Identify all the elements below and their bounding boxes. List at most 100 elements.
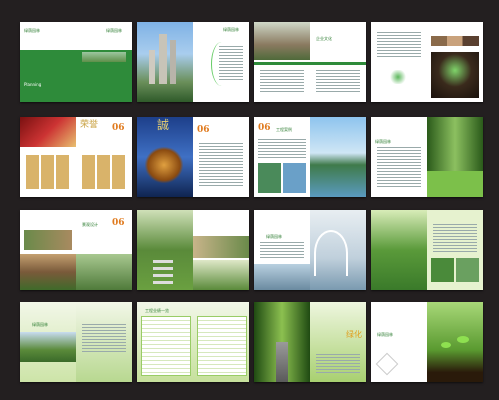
page-road-right: 绿化 [310,302,366,382]
text-lines [219,46,243,82]
data-table [141,316,191,376]
spread-water[interactable]: 06 工程案例 [254,117,366,197]
page-hands-right [427,22,483,102]
page-forest-right [427,117,483,197]
honor-heading: 荣誉 [80,120,99,130]
text-lines [316,354,360,374]
page-integrity-left: 誠 [137,117,193,197]
road-char: 绿化 [346,330,362,339]
spread-stepping-stones[interactable] [137,210,249,290]
spread-integrity[interactable]: 誠 06 [137,117,249,197]
lawn [427,171,483,197]
spread-back-info[interactable]: 绿荫园林 [20,302,132,382]
logo-text: 绿荫园林 [223,27,239,32]
building [170,40,176,84]
page-sprouts-left: 绿荫园林 [371,302,427,382]
photo-bottom [254,264,310,290]
page-bridge-left: 绿荫园林 [254,210,310,290]
spread-road[interactable]: 绿化 [254,302,366,382]
page-stones-right [193,210,249,290]
page-stones-left [137,210,193,290]
photo-big [20,254,76,290]
page-integrity-right: 06 [193,117,249,197]
text-lines [316,70,360,94]
page-villa-right: 企业文化 [310,22,366,102]
page-table-right [193,302,249,382]
text-lines [82,324,126,354]
certificates [82,155,126,189]
page-front-cover: 绿荫园林 [76,22,132,102]
page-hands-left [371,22,427,102]
logo-text: 绿荫园林 [266,234,282,239]
small-photos [431,36,479,46]
spread-forest[interactable]: 绿荫园林 [371,117,483,197]
text-lines [258,139,306,159]
ribbon-photo [20,117,76,147]
green-block [20,50,76,102]
photo-top [193,236,249,258]
road [276,342,288,382]
building [149,50,155,84]
section-number: 06 [112,218,125,228]
building [159,34,167,84]
page-sprouts-right [427,302,483,382]
logo-text: 绿荫园林 [24,28,40,33]
cube-icon [375,352,399,376]
page-back-cover: 绿荫园林 Planning [20,22,76,102]
table-title: 工程业绩一览 [145,308,169,313]
spread-meadow[interactable] [371,210,483,290]
sprout [441,342,451,348]
section-number: 06 [258,123,271,133]
logo-text: 绿荫园林 [106,28,122,33]
landscape-photo [20,332,76,362]
page-house-left [20,210,76,290]
spread-table[interactable]: 工程业绩一览 [137,302,249,382]
logo-text: 绿荫园林 [32,322,48,327]
page-road-left [254,302,310,382]
integrity-char: 誠 [157,118,170,132]
logo-text: 绿荫园林 [375,139,391,144]
page-meadow-right [427,210,483,290]
section-title: 企业文化 [314,36,334,42]
text-lines [260,70,304,94]
photo-bottom [193,260,249,290]
photo-small [24,230,72,250]
spread-cover[interactable]: 绿荫园林 Planning 绿荫园林 [20,22,132,102]
sprout [457,336,469,343]
page-honor-right: 荣誉 06 [76,117,132,197]
hands-photo [431,52,479,98]
photo-big [76,254,132,290]
text-lines [199,143,243,187]
cover-photo [82,52,126,62]
section-number: 06 [197,125,210,135]
text-lines [377,147,421,187]
spread-sprouts[interactable]: 绿荫园林 [371,302,483,382]
spread-honor[interactable]: 荣誉 06 [20,117,132,197]
bronze-vessel [145,147,183,183]
green-bar [310,62,366,65]
spread-villa[interactable]: 企业文化 [254,22,366,102]
page-water-left: 06 工程案例 [254,117,310,197]
page-city-photo [137,22,193,102]
stones [153,260,173,288]
green-bar [254,62,310,65]
spread-hands[interactable] [371,22,483,102]
spread-garden-house[interactable]: 06 景观设计 [20,210,132,290]
page-info-right [76,302,132,382]
spread-bridge[interactable]: 绿荫园林 [254,210,366,290]
photo-bottom [431,258,479,282]
page-info-left: 绿荫园林 [20,302,76,382]
page-bridge-right [310,210,366,290]
section-title: 工程案例 [274,127,294,133]
page-meadow-left [371,210,427,290]
data-table [197,316,247,376]
page-honor-left [20,117,76,197]
section-number: 06 [112,123,125,133]
page-house-right: 06 景观设计 [76,210,132,290]
spread-city[interactable]: 绿荫园林 [137,22,249,102]
logo-text: 绿荫园林 [377,332,393,337]
text-lines [433,224,477,252]
page-timeline: 绿荫园林 [193,22,249,102]
page-table-left: 工程业绩一览 [137,302,193,382]
certificates [26,155,70,189]
